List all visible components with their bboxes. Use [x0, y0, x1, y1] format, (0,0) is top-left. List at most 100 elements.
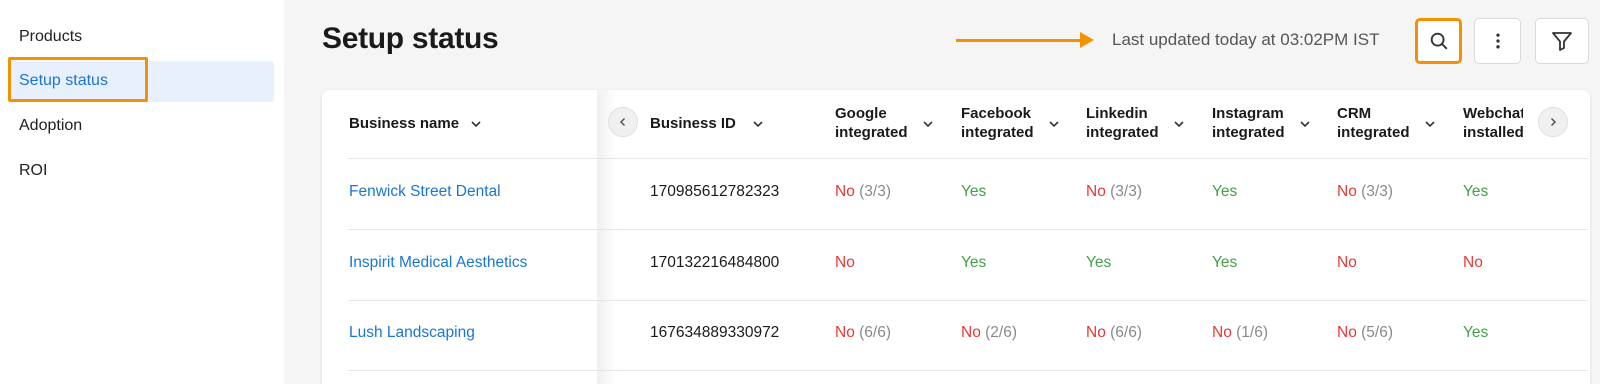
status-yes: Yes — [961, 183, 987, 200]
column-header-label: integrated — [1337, 124, 1410, 141]
column-header-business-id[interactable]: Business ID — [650, 114, 736, 133]
column-header-label: Business name — [349, 115, 460, 132]
instagram-status: Yes — [1212, 182, 1237, 202]
status-yes: Yes — [1212, 183, 1238, 200]
column-header-business-name[interactable]: Business name — [349, 114, 459, 133]
row-divider — [348, 158, 1588, 159]
status-count: (5/6) — [1361, 324, 1394, 341]
column-header-label: integrated — [1212, 124, 1285, 141]
status-count: (2/6) — [985, 324, 1018, 341]
facebook-status: Yes — [961, 182, 986, 202]
crm-status: No (3/3) — [1337, 182, 1393, 202]
column-header-label: Google — [835, 105, 887, 122]
status-no: No — [1086, 324, 1106, 341]
status-count: (6/6) — [1110, 324, 1143, 341]
instagram-status: Yes — [1212, 253, 1237, 273]
chevron-down-icon[interactable] — [1173, 118, 1185, 130]
column-header-webchat[interactable]: Webchat installed — [1463, 104, 1523, 142]
column-header-label: integrated — [961, 124, 1034, 141]
scroll-left-button[interactable] — [608, 107, 638, 137]
status-no: No — [835, 183, 855, 200]
crm-status: No — [1337, 253, 1357, 273]
status-yes: Yes — [1463, 324, 1489, 341]
linkedin-status: No (6/6) — [1086, 323, 1142, 343]
sidebar: Products Setup status Adoption ROI — [0, 0, 284, 384]
chevron-down-icon[interactable] — [470, 118, 482, 130]
filter-button[interactable] — [1535, 18, 1589, 64]
business-id: 170132216484800 — [650, 254, 780, 271]
chevron-down-icon[interactable] — [1048, 118, 1060, 130]
more-options-button[interactable] — [1474, 18, 1521, 64]
status-no: No — [1337, 324, 1357, 341]
chevron-down-icon[interactable] — [1424, 118, 1436, 130]
page-title: Setup status — [322, 22, 499, 55]
column-header-label: Business ID — [650, 115, 736, 132]
status-count: (1/6) — [1236, 324, 1269, 341]
google-status: No (6/6) — [835, 323, 891, 343]
status-count: (3/3) — [1110, 183, 1143, 200]
sidebar-item-roi[interactable]: ROI — [19, 161, 47, 181]
column-header-google[interactable]: Google integrated — [835, 104, 908, 142]
column-header-label: integrated — [835, 124, 908, 141]
search-icon — [1430, 32, 1447, 50]
search-button[interactable] — [1415, 18, 1462, 64]
row-divider — [348, 370, 1588, 371]
status-count: (3/3) — [1361, 183, 1394, 200]
column-header-label: Linkedin — [1086, 105, 1148, 122]
business-id: 167634889330972 — [650, 324, 780, 341]
business-id: 170985612782323 — [650, 183, 780, 200]
linkedin-status: No (3/3) — [1086, 182, 1142, 202]
chevron-down-icon[interactable] — [752, 118, 764, 130]
status-no: No — [835, 254, 855, 271]
chevron-right-icon — [1550, 117, 1557, 127]
column-header-label: installed — [1463, 124, 1523, 141]
status-yes: Yes — [1463, 183, 1489, 200]
scroll-right-button[interactable] — [1538, 107, 1568, 137]
status-no: No — [1337, 254, 1357, 271]
status-yes: Yes — [1212, 254, 1238, 271]
column-header-label: Facebook — [961, 105, 1032, 122]
column-header-label: CRM — [1337, 105, 1372, 122]
filter-icon — [1552, 32, 1572, 51]
column-header-label: Webchat — [1463, 105, 1523, 122]
row-divider — [348, 300, 1588, 301]
facebook-status: Yes — [961, 253, 986, 273]
column-header-label: Instagram — [1212, 105, 1284, 122]
status-no: No — [961, 324, 981, 341]
instagram-status: No (1/6) — [1212, 323, 1268, 343]
facebook-status: No (2/6) — [961, 323, 1017, 343]
status-no: No — [835, 324, 855, 341]
business-name-link[interactable]: Inspirit Medical Aesthetics — [349, 253, 527, 273]
column-header-crm[interactable]: CRM integrated — [1337, 104, 1410, 142]
row-divider — [348, 229, 1588, 230]
last-updated-text: Last updated today at 03:02PM IST — [1112, 30, 1380, 49]
google-status: No (3/3) — [835, 182, 891, 202]
more-vertical-icon — [1495, 33, 1500, 49]
column-header-facebook[interactable]: Facebook integrated — [961, 104, 1034, 142]
highlight-box — [8, 57, 148, 102]
column-header-instagram[interactable]: Instagram integrated — [1212, 104, 1285, 142]
crm-status: No (5/6) — [1337, 323, 1393, 343]
sidebar-item-adoption[interactable]: Adoption — [19, 116, 82, 136]
sidebar-item-products[interactable]: Products — [19, 27, 82, 47]
column-header-linkedin[interactable]: Linkedin integrated — [1086, 104, 1159, 142]
business-name-link[interactable]: Fenwick Street Dental — [349, 182, 501, 202]
google-status: No — [835, 253, 855, 273]
status-yes: Yes — [1086, 254, 1112, 271]
annotation-arrow-head — [1080, 32, 1094, 48]
status-yes: Yes — [961, 254, 987, 271]
column-header-label: integrated — [1086, 124, 1159, 141]
annotation-arrow-line — [956, 39, 1082, 42]
webchat-status: Yes — [1463, 182, 1488, 202]
webchat-status: Yes — [1463, 323, 1488, 343]
chevron-down-icon[interactable] — [1299, 118, 1311, 130]
chevron-left-icon — [619, 117, 626, 127]
webchat-status: No — [1463, 253, 1483, 273]
status-count: (6/6) — [859, 324, 892, 341]
setup-status-table: Business name Business ID Google integra… — [322, 90, 1590, 384]
status-no: No — [1337, 183, 1357, 200]
business-name-link[interactable]: Lush Landscaping — [349, 323, 475, 343]
status-count: (3/3) — [859, 183, 892, 200]
status-no: No — [1086, 183, 1106, 200]
chevron-down-icon[interactable] — [922, 118, 934, 130]
